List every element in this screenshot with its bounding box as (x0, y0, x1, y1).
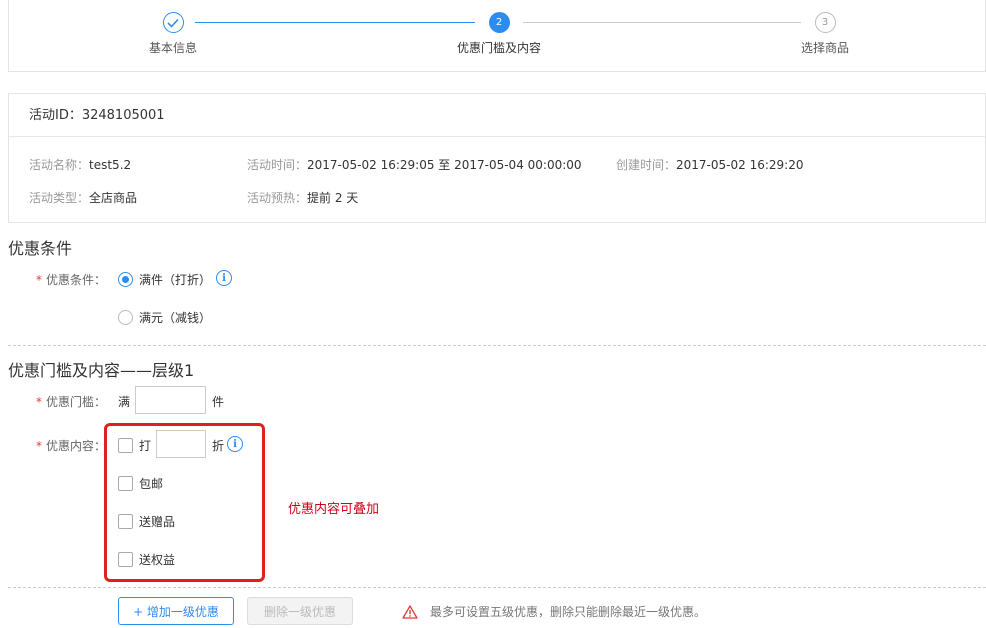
step-line-1 (195, 22, 475, 23)
threshold-quantity-input[interactable] (135, 386, 206, 414)
warning-icon (402, 604, 418, 619)
threshold-label: * 优惠门槛： (36, 395, 107, 409)
step-label: 选择商品 (800, 41, 849, 55)
activity-type: 活动类型：全店商品 (29, 191, 138, 205)
activity-time: 活动时间：2017-05-02 16:29:05 至 2017-05-04 00… (247, 158, 582, 172)
radio-dot[interactable] (118, 310, 133, 325)
step-label: 基本信息 (148, 41, 197, 55)
step-basic-info: 基本信息 (113, 12, 233, 56)
activity-name: 活动名称：test5.2 (29, 158, 132, 172)
step-select-goods: 3 选择商品 (765, 12, 885, 56)
remove-level-button[interactable]: 删除一级优惠 (247, 597, 353, 625)
check-icon (162, 12, 184, 33)
divider (8, 587, 986, 588)
threshold-suffix: 件 (212, 395, 225, 409)
annotation-highlight-box (104, 423, 265, 582)
threshold-prefix: 满 (118, 395, 131, 409)
step-number: 3 (814, 12, 836, 33)
threshold-section-title: 优惠门槛及内容——层级1 (8, 361, 195, 380)
radio-by-quantity[interactable]: 满件（打折） (118, 271, 211, 288)
created-time: 创建时间：2017-05-02 16:29:20 (616, 158, 804, 172)
add-level-button[interactable]: + 增加一级优惠 (118, 597, 234, 625)
activity-info-panel: 活动ID：3248105001 活动名称：test5.2 活动时间：2017-0… (8, 93, 986, 223)
radio-by-amount[interactable]: 满元（减钱） (118, 309, 211, 326)
activity-preheat: 活动预热：提前 2 天 (247, 191, 359, 205)
step-label: 优惠门槛及内容 (456, 41, 541, 55)
divider (8, 345, 986, 346)
step-progress: 基本信息 2 优惠门槛及内容 3 选择商品 (8, 0, 986, 72)
content-label: * 优惠内容： (36, 439, 107, 453)
warning-message: 最多可设置五级优惠，删除只能删除最近一级优惠。 (402, 603, 706, 620)
condition-section-title: 优惠条件 (8, 239, 73, 258)
annotation-text: 优惠内容可叠加 (288, 502, 380, 517)
radio-dot[interactable] (118, 272, 133, 287)
step-number: 2 (488, 12, 510, 33)
condition-label: * 优惠条件： (36, 273, 107, 287)
activity-id: 活动ID：3248105001 (9, 94, 985, 137)
info-icon[interactable]: i (216, 270, 232, 286)
step-line-2 (523, 22, 801, 23)
step-threshold: 2 优惠门槛及内容 (439, 12, 559, 56)
